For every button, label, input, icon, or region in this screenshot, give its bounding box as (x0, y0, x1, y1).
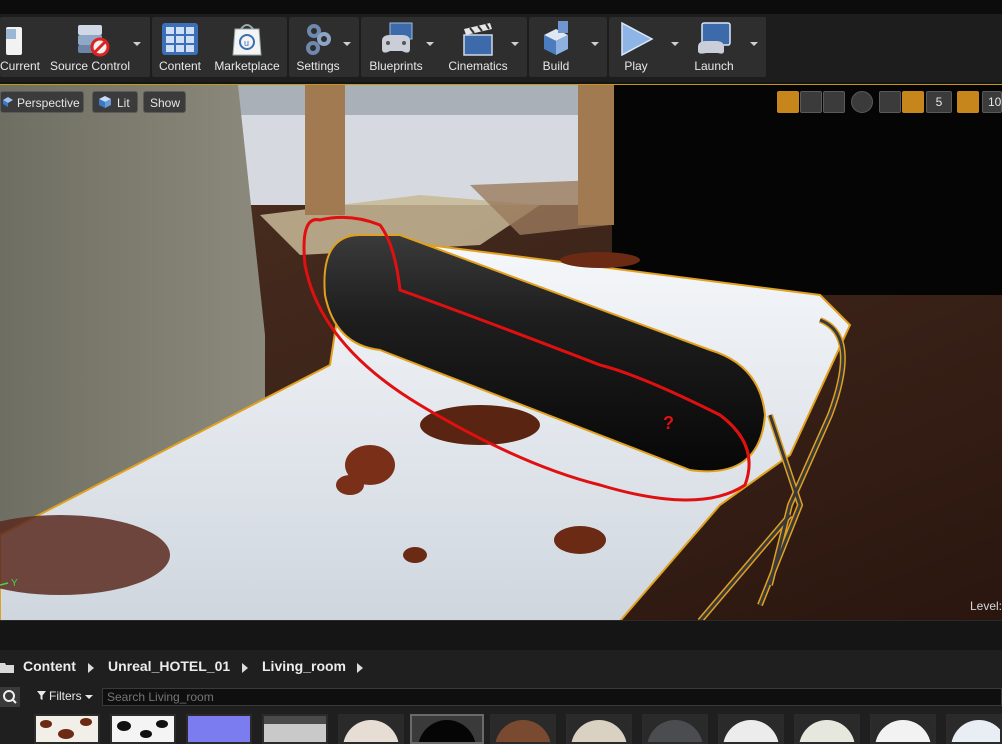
content-icon (162, 23, 198, 55)
launch-icon (698, 22, 731, 54)
search-input[interactable] (102, 688, 1002, 706)
asset-thumbnail-wood-sphere[interactable] (490, 714, 556, 744)
launch-label: Launch (694, 59, 734, 73)
world-space-icon[interactable] (851, 91, 873, 113)
current-level-label: Level: (969, 599, 1002, 613)
show-flags-button[interactable]: Show (143, 91, 186, 113)
content-label: Content (158, 59, 202, 73)
level-viewport[interactable]: ? Y Perspective Lit Show 5 10 Level: (0, 84, 1002, 621)
source-control-icon (78, 25, 110, 57)
asset-thumbnail-cowhide-sphere[interactable] (338, 714, 404, 744)
breadcrumb-chevron-icon[interactable] (357, 663, 363, 673)
build-button[interactable]: Build (531, 17, 581, 77)
build-icon (544, 21, 568, 55)
save-current-button[interactable]: Current (0, 17, 40, 77)
build-label: Build (542, 59, 570, 73)
breadcrumb-chevron-icon[interactable] (88, 663, 94, 673)
breadcrumb-content[interactable]: Content (23, 658, 76, 674)
asset-thumbnail-normal-map[interactable] (186, 714, 252, 744)
search-icon (3, 690, 17, 704)
content-browser: Content Unreal_HOTEL_01 Living_room Filt… (0, 650, 1002, 744)
blueprints-icon (382, 22, 413, 53)
save-icon (6, 27, 22, 55)
svg-text:u: u (244, 38, 249, 48)
asset-thumbnail-cowhide[interactable] (34, 714, 100, 744)
grid-snap-value[interactable]: 5 (926, 91, 952, 113)
content-button[interactable]: Content (154, 17, 206, 77)
build-dropdown-arrow[interactable] (591, 42, 599, 46)
asset-thumbnail-white-sphere-3[interactable] (946, 714, 1002, 744)
blueprints-dropdown-arrow[interactable] (426, 42, 434, 46)
cinematics-icon (463, 23, 493, 56)
asset-thumbnail-row (0, 714, 1002, 744)
filter-funnel-icon (37, 691, 46, 700)
asset-thumbnail-white-sphere[interactable] (718, 714, 784, 744)
lit-sphere-icon (99, 96, 111, 108)
marketplace-label: Marketplace (214, 59, 280, 73)
cinematics-button[interactable]: Cinematics (443, 17, 513, 77)
annotation-question-mark: ? (663, 413, 674, 433)
folder-icon[interactable] (0, 660, 14, 674)
source-control-dropdown-arrow[interactable] (133, 42, 141, 46)
translate-tool-icon[interactable] (777, 91, 799, 113)
launch-button[interactable]: Launch (688, 17, 740, 77)
panel-divider (0, 620, 1002, 651)
lit-label: Lit (117, 96, 130, 110)
play-dropdown-arrow[interactable] (671, 42, 679, 46)
rotate-tool-icon[interactable] (800, 91, 822, 113)
filters-label: Filters (49, 689, 82, 703)
blueprints-label: Blueprints (369, 59, 423, 73)
scene-render (0, 85, 1002, 621)
perspective-label: Perspective (17, 96, 80, 110)
asset-thumbnail-dalmatian[interactable] (110, 714, 176, 744)
source-control-label: Source Control (49, 59, 131, 73)
breadcrumb-chevron-icon[interactable] (242, 663, 248, 673)
current-label: Current (0, 59, 41, 73)
title-strip (0, 0, 1002, 14)
play-label: Play (624, 59, 648, 73)
axis-y-label: Y (11, 578, 18, 589)
asset-thumbnail-black-leather-sphere[interactable] (410, 714, 484, 744)
asset-thumbnail-off-white-sphere[interactable] (794, 714, 860, 744)
scale-tool-icon[interactable] (823, 91, 845, 113)
marketplace-icon: u (232, 24, 262, 56)
settings-button[interactable]: Settings (291, 17, 345, 77)
surface-snap-icon[interactable] (879, 91, 901, 113)
show-label: Show (150, 96, 181, 110)
launch-dropdown-arrow[interactable] (750, 42, 758, 46)
blueprints-button[interactable]: Blueprints (363, 17, 429, 77)
filter-search-row: Filters (0, 687, 1002, 709)
settings-label: Settings (296, 59, 340, 73)
cinematics-label: Cinematics (448, 59, 508, 73)
main-toolbar: Current Source Control Content u Marketp… (0, 14, 1002, 82)
source-control-button[interactable]: Source Control (44, 17, 136, 77)
asset-thumbnail-cream-sphere[interactable] (566, 714, 632, 744)
play-button[interactable]: Play (612, 17, 660, 77)
asset-thumbnail-grey-material[interactable] (262, 714, 328, 744)
filters-dropdown-icon (85, 695, 93, 699)
cinematics-dropdown-arrow[interactable] (511, 42, 519, 46)
rotation-snap-value[interactable]: 10 (982, 91, 1002, 113)
settings-icon (306, 24, 331, 55)
marketplace-button[interactable]: u Marketplace (210, 17, 284, 77)
asset-thumbnail-white-sphere-2[interactable] (870, 714, 936, 744)
perspective-cube-icon (3, 97, 13, 107)
play-icon (621, 21, 654, 57)
breadcrumb-unreal-hotel[interactable]: Unreal_HOTEL_01 (108, 658, 230, 674)
breadcrumb-living-room[interactable]: Living_room (262, 658, 346, 674)
settings-dropdown-arrow[interactable] (343, 42, 351, 46)
grid-snap-icon[interactable] (902, 91, 924, 113)
rotation-snap-icon[interactable] (957, 91, 979, 113)
search-button[interactable] (0, 687, 20, 707)
asset-thumbnail-dark-grey-sphere[interactable] (642, 714, 708, 744)
